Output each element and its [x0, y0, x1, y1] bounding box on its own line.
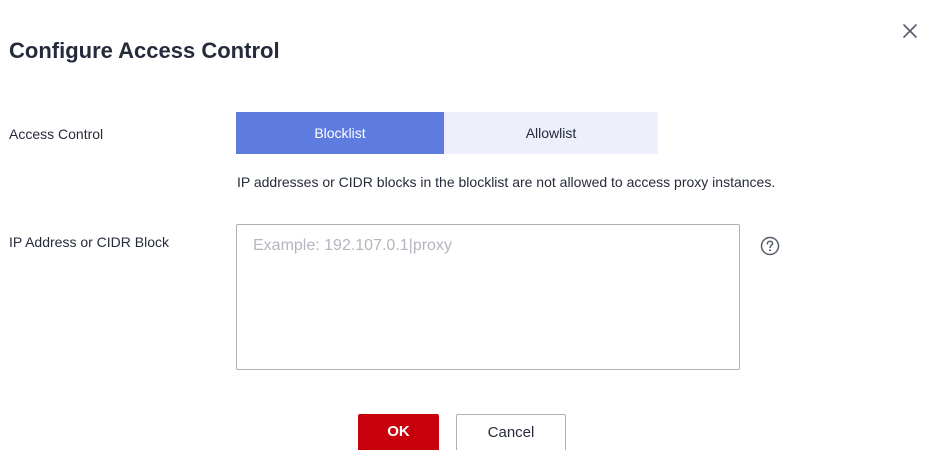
blocklist-tab[interactable]: Blocklist: [236, 112, 444, 154]
ip-address-label: IP Address or CIDR Block: [9, 234, 170, 250]
ip-address-textarea[interactable]: [236, 224, 740, 370]
ok-button[interactable]: OK: [358, 414, 439, 450]
dialog-title: Configure Access Control: [9, 38, 280, 63]
question-circle-icon[interactable]: [759, 235, 781, 257]
access-control-segmented: Blocklist Allowlist: [236, 112, 658, 154]
close-icon[interactable]: [901, 22, 919, 40]
configure-access-control-dialog: Configure Access Control Access Control …: [0, 0, 929, 450]
allowlist-tab[interactable]: Allowlist: [444, 112, 658, 154]
blocklist-hint: IP addresses or CIDR blocks in the block…: [237, 174, 776, 190]
cancel-button[interactable]: Cancel: [456, 414, 566, 450]
access-control-label: Access Control: [9, 126, 104, 142]
